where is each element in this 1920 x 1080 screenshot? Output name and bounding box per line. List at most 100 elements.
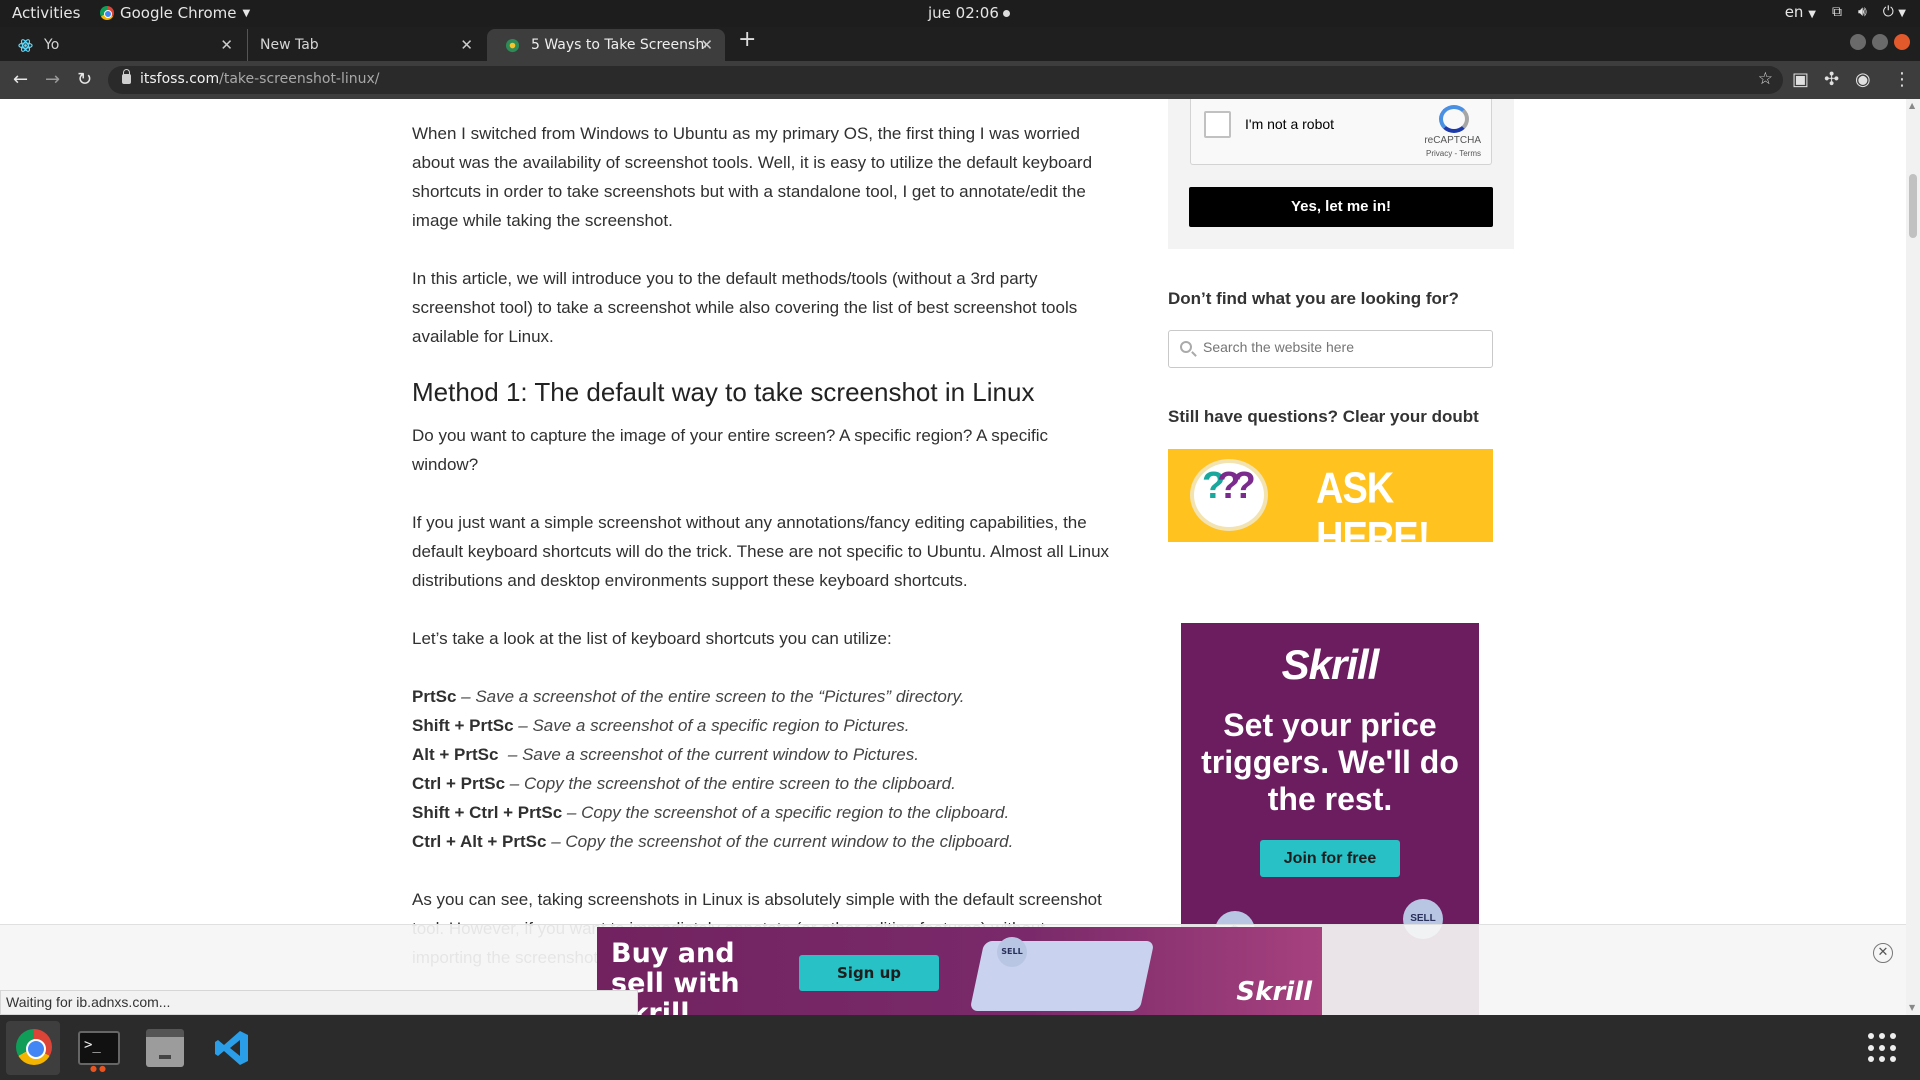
recaptcha-checkbox[interactable] (1204, 111, 1231, 138)
site-search[interactable] (1168, 330, 1493, 368)
new-tab-icon[interactable]: + (738, 27, 756, 52)
article-paragraph: When I switched from Windows to Ubuntu a… (412, 124, 1093, 230)
system-tray[interactable]: en ▼ ⧉ 🔊︎ ⏻ ▼ (1785, 3, 1906, 21)
itsfoss-icon (505, 38, 520, 53)
close-ad-icon[interactable]: ✕ (1873, 943, 1893, 963)
language-indicator[interactable]: en ▼ (1785, 3, 1816, 21)
activities-button[interactable]: Activities (12, 4, 80, 22)
tab-label: 5 Ways to Take Screenshots in Linux (531, 37, 706, 53)
window-controls (1850, 34, 1910, 50)
bookmark-star-icon[interactable]: ☆ (1758, 69, 1773, 89)
chrome-icon (16, 1029, 52, 1065)
terminal-icon: >_ (78, 1031, 120, 1065)
shortcut-desc: – Save a screenshot of a specific region… (513, 716, 910, 735)
scrollbar-thumb[interactable] (1909, 174, 1917, 238)
tab-label: New Tab (260, 37, 319, 53)
join-button[interactable]: Yes, let me in! (1189, 187, 1493, 227)
dock-chrome[interactable] (6, 1021, 60, 1075)
join-for-free-button[interactable]: Join for free (1260, 840, 1400, 877)
close-window-icon[interactable] (1894, 34, 1910, 50)
shortcut-item: Shift + PrtSc – Save a screenshot of a s… (412, 711, 1112, 740)
shortcut-desc: – Copy the screenshot of the current win… (546, 832, 1014, 851)
reload-icon[interactable]: ↻ (77, 69, 92, 90)
article-paragraph: Let’s take a look at the list of keyboar… (412, 629, 892, 648)
running-indicator: ●● (90, 1064, 108, 1073)
scroll-down-icon[interactable]: ▼ (1909, 1003, 1915, 1012)
shortcut-desc: – Save a screenshot of the current windo… (498, 745, 919, 764)
power-icon[interactable]: ⏻ ▼ (1883, 4, 1906, 20)
shortcut-key: Shift + PrtSc (412, 716, 514, 735)
tab-new-tab[interactable]: New Tab ✕ (247, 29, 485, 61)
shortcut-item: PrtSc – Save a screenshot of the entire … (412, 682, 1112, 711)
scroll-up-icon[interactable]: ▲ (1909, 101, 1915, 110)
shortcut-key: PrtSc (412, 687, 457, 706)
shortcut-desc: – Copy the screenshot of the entire scre… (505, 774, 956, 793)
dock-terminal[interactable]: >_ ●● (72, 1021, 126, 1075)
volume-icon[interactable]: 🔊︎ (1858, 4, 1867, 20)
shortcut-item: Alt + PrtSc – Save a screenshot of the c… (412, 740, 1112, 769)
close-icon[interactable]: ✕ (460, 36, 473, 54)
question-marks-icon: ??? (1202, 465, 1256, 507)
sign-up-button[interactable]: Sign up (799, 955, 939, 991)
signup-panel: I'm not a robot reCAPTCHA Privacy - Term… (1168, 99, 1514, 249)
sell-coin-icon: SELL (997, 937, 1027, 967)
recaptcha-widget: I'm not a robot reCAPTCHA Privacy - Term… (1190, 99, 1492, 165)
forward-arrow-icon[interactable]: → (45, 69, 60, 90)
clock-label: jue 02:06 (928, 4, 999, 22)
dock-vscode[interactable] (204, 1021, 258, 1075)
search-input[interactable] (1203, 339, 1483, 355)
address-bar[interactable]: itsfoss.com/take-screenshot-linux/ ☆ (108, 66, 1783, 94)
skrill-logo: Skrill (1281, 641, 1380, 688)
back-arrow-icon[interactable]: ← (13, 69, 28, 90)
dock-files[interactable] (138, 1021, 192, 1075)
ask-here-banner[interactable]: ??? ASK HERE! (1168, 449, 1493, 542)
recaptcha-brand: reCAPTCHA (1424, 135, 1481, 146)
ad-headline: Buy and sell with Skrill (611, 938, 740, 1017)
maximize-icon[interactable] (1872, 34, 1888, 50)
network-icon[interactable]: ⧉ (1832, 4, 1842, 20)
status-bubble: Waiting for ib.adnxs.com... (0, 990, 638, 1015)
app-menu[interactable]: Google Chrome ▼ (100, 4, 250, 22)
profile-avatar-icon[interactable]: ◉ (1855, 69, 1871, 90)
tab-screenshots-article[interactable]: 5 Ways to Take Screenshots in Linux ✕ (487, 29, 725, 61)
web-page: When I switched from Windows to Ubuntu a… (0, 99, 1906, 1015)
tab-yo[interactable]: Yo ✕ (0, 29, 245, 61)
page-scrollbar[interactable]: ▲ ▼ (1906, 99, 1920, 1015)
chrome-icon (100, 6, 114, 20)
tab-label: Yo (44, 37, 60, 53)
search-icon (1180, 341, 1192, 353)
react-icon (18, 39, 33, 52)
shortcut-key: Ctrl + Alt + PrtSc (412, 832, 547, 851)
section-heading: Method 1: The default way to take screen… (412, 377, 1035, 407)
browser-toolbar: ← → ↻ itsfoss.com/take-screenshot-linux/… (0, 61, 1920, 99)
system-top-bar: Activities Google Chrome ▼ jue 02:06 en … (0, 0, 1920, 27)
shortcut-key: Alt + PrtSc (412, 745, 499, 764)
recaptcha-terms-link[interactable]: Privacy - Terms (1426, 149, 1481, 158)
article-body: When I switched from Windows to Ubuntu a… (412, 119, 1112, 1001)
shortcut-item: Ctrl + PrtSc – Copy the screenshot of th… (412, 769, 1112, 798)
puzzle-icon[interactable]: ✣ (1824, 69, 1839, 90)
lock-icon[interactable] (122, 69, 131, 84)
language-label: en (1784, 3, 1804, 21)
shortcut-desc: – Save a screenshot of the entire screen… (456, 687, 965, 706)
minimize-icon[interactable] (1850, 34, 1866, 50)
tab-strip: Yo ✕ New Tab ✕ 5 Ways to Take Screenshot… (0, 27, 1920, 61)
shortcut-key: Ctrl + PrtSc (412, 774, 506, 793)
ask-here-label: ASK HERE! (1316, 464, 1430, 542)
show-applications-icon[interactable] (1868, 1033, 1898, 1063)
url-host: itsfoss.com (140, 71, 220, 87)
close-icon[interactable]: ✕ (700, 36, 713, 54)
clock[interactable]: jue 02:06 (928, 4, 1010, 22)
sidebar-heading: Don’t find what you are looking for? (1168, 289, 1459, 308)
shortcut-key: Shift + Ctrl + PrtSc (412, 803, 563, 822)
url-path: /take-screenshot-linux/ (219, 71, 380, 87)
article-paragraph: Do you want to capture the image of your… (412, 426, 1048, 474)
chevron-down-icon: ▼ (242, 7, 251, 19)
close-icon[interactable]: ✕ (220, 36, 233, 54)
sidebar-heading: Still have questions? Clear your doubt (1168, 407, 1479, 426)
skrill-bottom-banner[interactable]: Buy and sell with Skrill Sign up SELL Sk… (597, 927, 1322, 1016)
shortcut-item: Ctrl + Alt + PrtSc – Copy the screenshot… (412, 827, 1112, 856)
notification-dot-icon (1002, 10, 1010, 17)
more-menu-icon[interactable]: ⋮ (1893, 69, 1911, 90)
extension-icon[interactable]: ▣ (1792, 69, 1809, 90)
